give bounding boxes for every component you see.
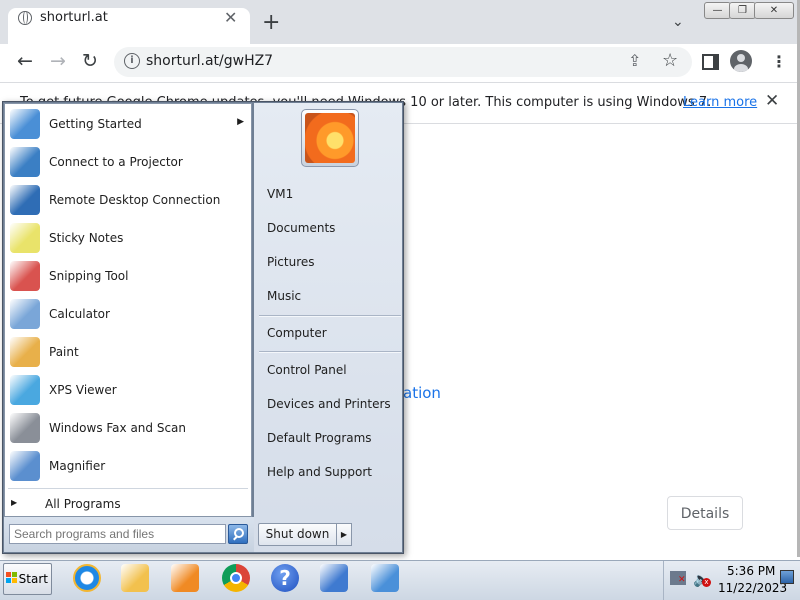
program-label: Windows Fax and Scan: [49, 421, 187, 435]
show-desktop-icon[interactable]: [780, 570, 794, 584]
side-panel-icon[interactable]: [702, 54, 719, 70]
back-icon[interactable]: ←: [17, 51, 33, 71]
program-label: XPS Viewer: [49, 383, 117, 397]
program-item[interactable]: Getting Started ▶: [8, 107, 248, 143]
clock-time[interactable]: 5:36 PM: [727, 564, 775, 578]
start-menu-place-item[interactable]: Default Programs: [267, 431, 372, 445]
start-menu-place-item[interactable]: Computer: [267, 326, 327, 340]
reload-icon[interactable]: ↻: [82, 51, 98, 71]
bookmark-star-icon[interactable]: ☆: [662, 50, 678, 71]
projector-icon: [10, 147, 40, 177]
taskbar-app-button[interactable]: [368, 563, 402, 595]
program-label: Remote Desktop Connection: [49, 193, 221, 207]
infobar-close-icon[interactable]: ✕: [765, 91, 779, 111]
xps-viewer-icon: [10, 375, 40, 405]
minimize-button[interactable]: —: [704, 2, 731, 19]
start-menu-place-item[interactable]: VM1: [267, 187, 293, 201]
volume-muted-badge-icon: x: [702, 578, 711, 587]
divider: [259, 351, 401, 353]
start-menu-place-item[interactable]: Music: [267, 289, 301, 303]
program-item[interactable]: Connect to a Projector: [8, 145, 248, 181]
taskbar-app-button[interactable]: [168, 563, 202, 595]
internet-explorer-icon: [73, 564, 101, 592]
shutdown-button[interactable]: Shut down: [258, 523, 337, 546]
share-icon[interactable]: ⇪: [628, 51, 641, 70]
media-player-icon: [171, 564, 199, 592]
program-item[interactable]: Magnifier: [8, 449, 248, 485]
chrome-icon: [222, 564, 250, 592]
start-menu-place-item[interactable]: Documents: [267, 221, 335, 235]
program-label: Connect to a Projector: [49, 155, 183, 169]
details-button[interactable]: Details: [667, 496, 743, 530]
program-label: Sticky Notes: [49, 231, 124, 245]
taskbar-app-button[interactable]: [317, 563, 351, 595]
divider: [259, 315, 401, 317]
program-label: Magnifier: [49, 459, 106, 473]
program-item[interactable]: Sticky Notes: [8, 221, 248, 257]
program-item[interactable]: Snipping Tool: [8, 259, 248, 295]
all-programs-item[interactable]: All Programs: [45, 497, 121, 511]
search-icon[interactable]: [228, 524, 248, 544]
restore-button[interactable]: ❐: [729, 2, 756, 19]
clock-date[interactable]: 11/22/2023: [718, 581, 787, 595]
tab-search-icon[interactable]: ⌄: [672, 14, 684, 30]
chrome-center-icon: [230, 572, 242, 584]
program-item[interactable]: XPS Viewer: [8, 373, 248, 409]
paint-icon: [10, 337, 40, 367]
taskbar-app-button[interactable]: [219, 563, 253, 595]
program-label: Calculator: [49, 307, 110, 321]
shutdown-options-arrow-icon[interactable]: ▶: [337, 523, 352, 546]
start-menu-place-item[interactable]: Pictures: [267, 255, 315, 269]
tab-close-icon[interactable]: ✕: [224, 8, 237, 27]
profile-avatar-icon[interactable]: [730, 50, 752, 72]
start-menu-place-item[interactable]: Control Panel: [267, 363, 347, 377]
getting-started-icon: [10, 109, 40, 139]
program-item[interactable]: Windows Fax and Scan: [8, 411, 248, 447]
help-icon: ?: [271, 564, 299, 592]
program-item[interactable]: Paint: [8, 335, 248, 371]
new-tab-button[interactable]: +: [262, 12, 280, 34]
program-label: Snipping Tool: [49, 269, 129, 283]
all-programs-arrow-icon: ▶: [11, 498, 18, 507]
magnifier-icon: [10, 451, 40, 481]
start-menu-place-item[interactable]: Devices and Printers: [267, 397, 391, 411]
file-explorer-icon: [121, 564, 149, 592]
forward-icon[interactable]: →: [50, 51, 66, 71]
learn-more-link[interactable]: Learn more: [683, 95, 757, 110]
remote-app-icon: [371, 564, 399, 592]
url-text[interactable]: shorturl.at/gwHZ7: [146, 53, 273, 69]
chrome-menu-icon[interactable]: ⋮: [771, 52, 787, 71]
action-center-app-icon: [320, 564, 348, 592]
close-window-button[interactable]: ✕: [754, 2, 794, 19]
site-info-icon[interactable]: i: [124, 53, 140, 69]
taskbar-app-button[interactable]: [118, 563, 152, 595]
start-search-input[interactable]: [9, 524, 226, 544]
page-link[interactable]: ation: [403, 384, 441, 402]
start-menu-place-item[interactable]: Help and Support: [267, 465, 372, 479]
tab-title: shorturl.at: [40, 10, 108, 25]
taskbar-app-button[interactable]: [70, 563, 104, 595]
globe-icon: [18, 11, 32, 25]
user-picture-flower-icon[interactable]: [305, 113, 355, 163]
snipping-tool-icon: [10, 261, 40, 291]
submenu-arrow-icon: ▶: [237, 117, 244, 127]
sticky-notes-icon: [10, 223, 40, 253]
windows-logo-icon: [6, 572, 18, 584]
remote-desktop-icon: [10, 185, 40, 215]
program-label: Paint: [49, 345, 79, 359]
fax-scan-icon: [10, 413, 40, 443]
calculator-icon: [10, 299, 40, 329]
program-label: Getting Started: [49, 117, 142, 131]
program-item[interactable]: Remote Desktop Connection: [8, 183, 248, 219]
taskbar-app-button[interactable]: ?: [268, 563, 302, 595]
divider: [8, 488, 248, 489]
network-disconnected-icon[interactable]: [670, 571, 686, 585]
program-item[interactable]: Calculator: [8, 297, 248, 333]
